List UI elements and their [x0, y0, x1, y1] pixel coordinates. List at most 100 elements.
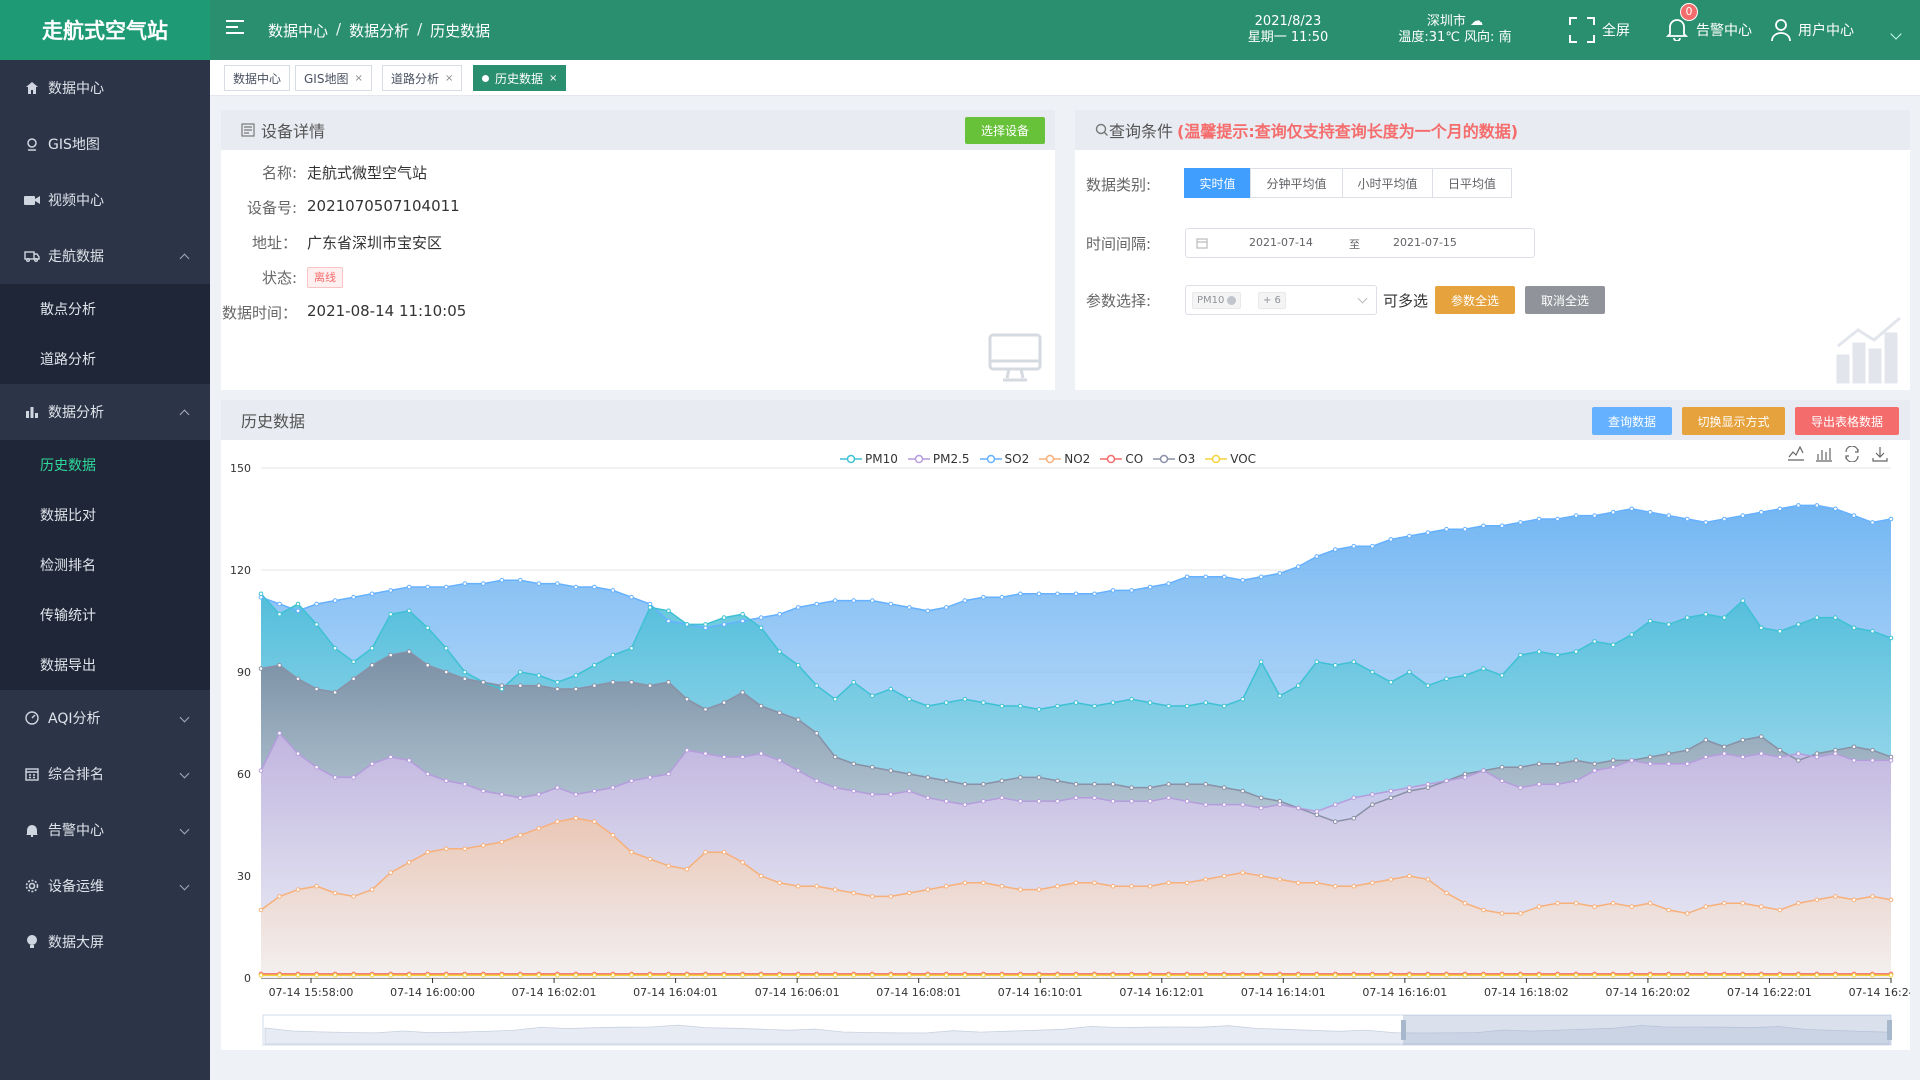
data-point[interactable] — [610, 785, 616, 790]
data-point[interactable] — [425, 771, 430, 777]
data-point[interactable] — [1703, 737, 1709, 743]
data-point[interactable] — [1092, 880, 1097, 886]
data-point[interactable] — [814, 778, 820, 784]
data-point[interactable] — [277, 730, 282, 736]
data-point[interactable] — [832, 887, 838, 892]
data-point[interactable] — [740, 973, 745, 978]
data-point[interactable] — [1610, 973, 1616, 978]
data-point[interactable] — [1629, 758, 1634, 763]
data-point[interactable] — [944, 605, 949, 610]
data-point[interactable] — [1296, 683, 1301, 688]
data-point[interactable] — [277, 611, 282, 617]
data-point[interactable] — [795, 973, 801, 978]
data-point[interactable] — [1555, 516, 1560, 522]
data-point[interactable] — [1888, 516, 1894, 522]
data-point[interactable] — [351, 676, 356, 682]
data-point[interactable] — [1462, 900, 1468, 906]
user-center-button[interactable]: 用户中心 — [1770, 16, 1854, 44]
data-point[interactable] — [647, 973, 653, 978]
data-point[interactable] — [592, 819, 597, 824]
data-point[interactable] — [1685, 761, 1690, 767]
data-point[interactable] — [1666, 907, 1671, 913]
data-point[interactable] — [1481, 768, 1486, 773]
data-point[interactable] — [499, 683, 505, 688]
type-minute-avg-button[interactable]: 分钟平均值 — [1250, 168, 1343, 198]
data-point[interactable] — [351, 659, 356, 665]
data-point[interactable] — [666, 863, 671, 869]
data-point[interactable] — [1740, 900, 1746, 906]
data-point[interactable] — [1814, 973, 1820, 978]
data-point[interactable] — [1647, 761, 1653, 767]
data-point[interactable] — [1629, 506, 1634, 512]
data-point[interactable] — [1573, 513, 1579, 518]
data-point[interactable] — [573, 584, 579, 590]
data-point[interactable] — [851, 890, 857, 896]
data-point[interactable] — [981, 594, 986, 600]
data-point[interactable] — [406, 608, 412, 614]
data-point[interactable] — [1518, 652, 1523, 658]
data-point[interactable] — [1573, 758, 1579, 763]
sidebar-subitem-ranking[interactable]: 检测排名 — [0, 540, 210, 590]
data-point[interactable] — [795, 717, 801, 722]
data-point[interactable] — [1314, 554, 1320, 559]
data-point[interactable] — [925, 973, 931, 978]
data-point[interactable] — [1147, 883, 1153, 889]
data-point[interactable] — [832, 598, 838, 603]
data-point[interactable] — [351, 973, 356, 978]
data-point[interactable] — [462, 973, 468, 978]
data-point[interactable] — [1499, 673, 1505, 678]
data-point[interactable] — [1092, 973, 1097, 978]
alarm-button[interactable]: 0 告警中心 — [1665, 3, 1752, 44]
data-point[interactable] — [351, 594, 356, 600]
data-point[interactable] — [1351, 659, 1357, 665]
tab-gis[interactable]: GIS地图 × — [295, 65, 372, 91]
data-point[interactable] — [277, 601, 282, 607]
select-all-button[interactable]: 参数全选 — [1435, 286, 1515, 314]
data-point[interactable] — [1499, 523, 1505, 529]
data-point[interactable] — [1703, 904, 1709, 909]
data-point[interactable] — [1777, 973, 1783, 978]
data-point[interactable] — [1055, 798, 1060, 804]
data-point[interactable] — [703, 849, 708, 855]
data-point[interactable] — [1333, 547, 1338, 552]
data-point[interactable] — [1425, 683, 1431, 688]
data-point[interactable] — [907, 890, 912, 896]
data-point[interactable] — [1018, 591, 1023, 597]
data-point[interactable] — [1592, 904, 1597, 909]
data-point[interactable] — [351, 894, 356, 899]
data-point[interactable] — [1573, 778, 1579, 784]
data-point[interactable] — [1073, 795, 1079, 801]
data-point[interactable] — [1388, 679, 1394, 685]
data-point[interactable] — [1555, 781, 1560, 787]
data-point[interactable] — [1647, 509, 1653, 515]
data-point[interactable] — [610, 832, 616, 838]
data-point[interactable] — [1296, 880, 1301, 886]
param-select[interactable]: PM10 + 6 — [1185, 285, 1377, 315]
data-point[interactable] — [443, 669, 449, 675]
data-point[interactable] — [258, 907, 264, 913]
data-point[interactable] — [1055, 591, 1060, 597]
data-point[interactable] — [1129, 588, 1134, 593]
data-point[interactable] — [518, 577, 523, 583]
data-point[interactable] — [1722, 516, 1727, 522]
data-point[interactable] — [1314, 659, 1320, 665]
data-point[interactable] — [1499, 911, 1505, 916]
data-point[interactable] — [518, 683, 523, 688]
close-icon[interactable]: × — [445, 73, 453, 84]
data-point[interactable] — [1110, 798, 1116, 804]
data-point[interactable] — [1722, 744, 1727, 750]
data-zoom-handle-left[interactable] — [1401, 1020, 1406, 1040]
data-point[interactable] — [1258, 659, 1264, 665]
data-point[interactable] — [999, 703, 1005, 709]
data-point[interactable] — [481, 679, 486, 685]
data-point[interactable] — [1407, 533, 1412, 539]
data-point[interactable] — [1573, 649, 1579, 654]
data-point[interactable] — [258, 591, 264, 597]
data-point[interactable] — [332, 973, 338, 978]
switch-view-button[interactable]: 切换显示方式 — [1682, 407, 1785, 435]
data-point[interactable] — [870, 693, 875, 699]
close-icon[interactable] — [1227, 296, 1237, 305]
data-point[interactable] — [1592, 768, 1597, 773]
data-point[interactable] — [499, 792, 505, 797]
data-point[interactable] — [295, 751, 301, 756]
